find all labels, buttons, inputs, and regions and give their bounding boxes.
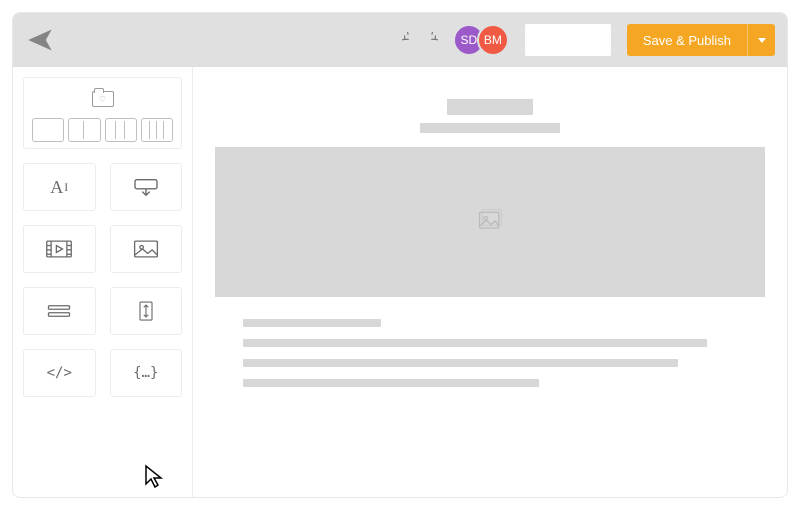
text-line bbox=[243, 319, 381, 327]
undo-button[interactable] bbox=[401, 31, 419, 49]
text-line bbox=[243, 379, 539, 387]
button-block[interactable] bbox=[110, 163, 183, 211]
text-line bbox=[243, 339, 707, 347]
blocks-sidebar: AI </> {…} bbox=[13, 67, 193, 497]
image-icon bbox=[476, 207, 504, 238]
layout-1col[interactable] bbox=[32, 118, 64, 142]
app-logo bbox=[25, 25, 55, 55]
editor-body: AI </> {…} bbox=[13, 67, 787, 497]
avatar[interactable]: BM bbox=[477, 24, 509, 56]
layout-3col[interactable] bbox=[105, 118, 137, 142]
subtitle-placeholder bbox=[420, 123, 560, 133]
save-options-dropdown[interactable] bbox=[747, 24, 775, 56]
chevron-down-icon bbox=[758, 38, 766, 43]
snippet-block[interactable]: {…} bbox=[110, 349, 183, 397]
image-block[interactable] bbox=[110, 225, 183, 273]
redo-button[interactable] bbox=[421, 31, 439, 49]
top-bar: SD BM Save & Publish bbox=[13, 13, 787, 67]
email-header-placeholder bbox=[215, 85, 765, 143]
title-placeholder bbox=[447, 99, 533, 115]
divider-block[interactable] bbox=[23, 287, 96, 335]
spacer-block[interactable] bbox=[110, 287, 183, 335]
search-input[interactable] bbox=[525, 24, 611, 56]
favorites-folder-icon[interactable] bbox=[92, 91, 114, 107]
hero-image-placeholder[interactable] bbox=[215, 147, 765, 297]
video-block[interactable] bbox=[23, 225, 96, 273]
save-button-group: Save & Publish bbox=[627, 24, 775, 56]
save-publish-button[interactable]: Save & Publish bbox=[627, 24, 747, 56]
history-controls bbox=[401, 31, 439, 49]
email-canvas[interactable] bbox=[193, 67, 787, 497]
layout-2col[interactable] bbox=[68, 118, 100, 142]
app-window: SD BM Save & Publish bbox=[12, 12, 788, 498]
collaborator-avatars: SD BM bbox=[453, 24, 509, 56]
code-block[interactable]: </> bbox=[23, 349, 96, 397]
body-text-placeholder bbox=[215, 297, 765, 439]
layout-panel bbox=[23, 77, 182, 149]
block-palette: AI </> {…} bbox=[23, 163, 182, 397]
text-line bbox=[243, 359, 678, 367]
layout-4col[interactable] bbox=[141, 118, 173, 142]
text-block[interactable]: AI bbox=[23, 163, 96, 211]
column-layout-picker bbox=[32, 118, 173, 142]
